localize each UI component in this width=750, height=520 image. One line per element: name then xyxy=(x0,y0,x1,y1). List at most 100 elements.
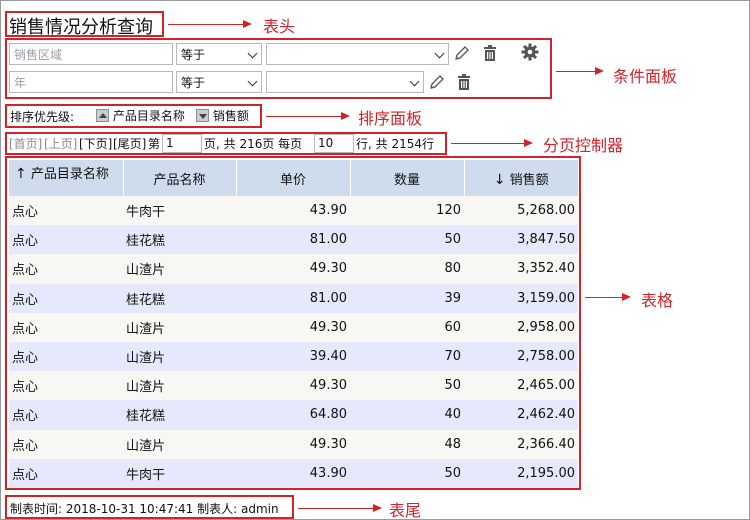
table-row: 点心 山渣片 49.30 60 2,958.00 xyxy=(9,312,578,342)
header-annotation: 表头 xyxy=(263,17,296,36)
table-arrow xyxy=(585,293,631,301)
cell-sales: 2,758.00 xyxy=(464,341,578,372)
cell-product: 桂花糕 xyxy=(123,283,236,313)
table-row: 点心 桂花糕 81.00 50 3,847.50 xyxy=(9,225,578,255)
column-header-category[interactable]: ↑ 产品目录名称 xyxy=(9,160,124,196)
sort-asc-arrow-icon: ↑ xyxy=(15,166,27,182)
cell-sales: 3,847.50 xyxy=(464,225,578,255)
sort-item-label: 销售额 xyxy=(212,109,249,123)
footer-arrow xyxy=(298,504,382,512)
data-table: ↑ 产品目录名称 产品名称 单价 数量 ↓ 销售额 点心 牛肉干 43.90 1… xyxy=(9,160,578,488)
header-arrow xyxy=(168,20,252,28)
cell-price: 81.00 xyxy=(236,283,350,313)
cell-price: 49.30 xyxy=(236,429,350,459)
cell-category: 点心 xyxy=(9,283,123,313)
pager-first[interactable]: [首页] xyxy=(9,135,42,152)
cell-sales: 2,366.40 xyxy=(464,429,578,459)
footer-text: 制表时间: 2018-10-31 10:47:41 制表人: admin xyxy=(10,502,279,516)
condition-value-2[interactable] xyxy=(266,71,424,93)
cell-category: 点心 xyxy=(9,341,123,372)
table-row: 点心 山渣片 49.30 48 2,366.40 xyxy=(9,429,578,459)
column-header-product[interactable]: 产品名称 xyxy=(123,160,237,196)
table-row: 点心 牛肉干 43.90 50 2,195.00 xyxy=(9,458,578,488)
table-row: 点心 桂花糕 64.80 40 2,462.40 xyxy=(9,400,578,430)
cell-price: 81.00 xyxy=(236,225,350,255)
table-header-row: ↑ 产品目录名称 产品名称 单价 数量 ↓ 销售额 xyxy=(9,160,578,196)
cell-quantity: 80 xyxy=(350,254,464,284)
condition-value-1[interactable] xyxy=(266,43,449,65)
condition-operator-1[interactable]: 等于 xyxy=(176,43,262,65)
operator-value: 等于 xyxy=(181,76,206,90)
cell-product: 牛肉干 xyxy=(123,458,236,488)
cell-product: 山渣片 xyxy=(123,371,236,401)
condition-annotation: 条件面板 xyxy=(613,67,678,86)
cell-category: 点心 xyxy=(9,254,123,284)
page-title: 销售情况分析查询 xyxy=(9,17,153,38)
cell-price: 49.30 xyxy=(236,312,350,342)
cell-sales: 2,465.00 xyxy=(464,371,578,401)
table-row: 点心 牛肉干 43.90 120 5,268.00 xyxy=(9,196,578,226)
cell-product: 山渣片 xyxy=(123,429,236,459)
column-header-price[interactable]: 单价 xyxy=(236,160,351,196)
sort-item-category[interactable]: 产品目录名称 xyxy=(96,107,185,124)
cell-category: 点心 xyxy=(9,400,123,430)
column-header-quantity[interactable]: 数量 xyxy=(350,160,465,196)
table-annotation: 表格 xyxy=(641,291,674,310)
column-header-sales[interactable]: ↓ 销售额 xyxy=(464,160,578,196)
cell-quantity: 48 xyxy=(350,429,464,459)
pager-next[interactable]: [下页] xyxy=(79,135,112,152)
trash-icon[interactable] xyxy=(482,44,498,62)
condition-field-region[interactable]: 销售区域 xyxy=(9,43,173,65)
cell-sales: 2,195.00 xyxy=(464,458,578,488)
pager-annotation: 分页控制器 xyxy=(543,136,624,155)
pager-page-input[interactable]: 1 xyxy=(162,134,202,153)
cell-product: 牛肉干 xyxy=(123,196,236,226)
cell-category: 点心 xyxy=(9,196,123,226)
sort-annotation: 排序面板 xyxy=(358,109,423,128)
pencil-icon[interactable] xyxy=(428,73,446,91)
pager-size-input[interactable]: 10 xyxy=(314,134,354,153)
condition-operator-2[interactable]: 等于 xyxy=(176,71,262,93)
cell-sales: 3,352.40 xyxy=(464,254,578,284)
cell-price: 49.30 xyxy=(236,254,350,284)
chevron-down-icon xyxy=(409,76,420,87)
cell-price: 49.30 xyxy=(236,371,350,401)
condition-arrow xyxy=(556,67,604,75)
cell-price: 43.90 xyxy=(236,458,350,488)
cell-category: 点心 xyxy=(9,225,123,255)
sort-item-sales[interactable]: 销售额 xyxy=(196,107,249,124)
cell-quantity: 39 xyxy=(350,283,464,313)
cell-quantity: 40 xyxy=(350,400,464,430)
sort-item-label: 产品目录名称 xyxy=(112,109,185,123)
trash-icon[interactable] xyxy=(456,73,472,91)
table-row: 点心 山渣片 39.40 70 2,758.00 xyxy=(9,341,578,372)
pager-last[interactable]: [尾页] xyxy=(113,135,146,152)
sort-asc-icon xyxy=(96,109,109,122)
cell-price: 64.80 xyxy=(236,400,350,430)
cell-category: 点心 xyxy=(9,429,123,459)
cell-sales: 5,268.00 xyxy=(464,196,578,226)
sort-desc-icon xyxy=(196,109,209,122)
cell-product: 桂花糕 xyxy=(123,400,236,430)
chevron-down-icon xyxy=(247,76,258,87)
table-row: 点心 山渣片 49.30 50 2,465.00 xyxy=(9,371,578,401)
chevron-down-icon xyxy=(434,48,445,59)
pencil-icon[interactable] xyxy=(453,44,471,62)
pager-size-suffix: 行, 共 2154行 xyxy=(356,137,434,151)
pager-prev[interactable]: [上页] xyxy=(44,135,77,152)
cell-category: 点心 xyxy=(9,458,123,488)
cell-quantity: 50 xyxy=(350,225,464,255)
cell-quantity: 50 xyxy=(350,458,464,488)
pager-arrow xyxy=(451,139,533,147)
table-row: 点心 桂花糕 81.00 39 3,159.00 xyxy=(9,283,578,313)
pager-page-prefix: 第 xyxy=(148,137,161,151)
cell-category: 点心 xyxy=(9,312,123,342)
gear-icon[interactable] xyxy=(521,43,539,61)
sort-arrow xyxy=(266,112,350,120)
sort-priority-label: 排序优先级: xyxy=(10,110,75,124)
column-header-label: 产品目录名称 xyxy=(30,167,109,182)
sort-desc-arrow-icon: ↓ xyxy=(493,171,506,188)
cell-sales: 2,958.00 xyxy=(464,312,578,342)
cell-product: 山渣片 xyxy=(123,341,236,372)
condition-field-year[interactable]: 年 xyxy=(9,71,173,93)
